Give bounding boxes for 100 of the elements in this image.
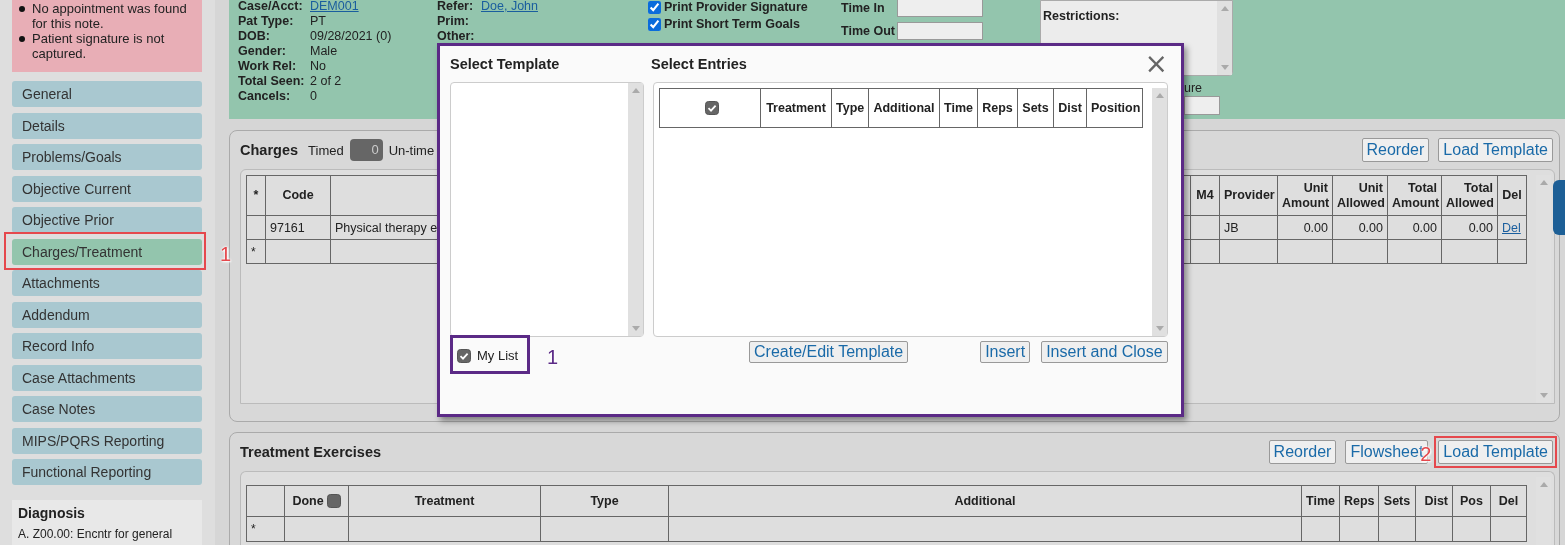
column-header: Additional (868, 88, 940, 128)
field-value: No (310, 59, 326, 73)
field-label: DOB: (238, 29, 271, 44)
entries-list[interactable]: Treatment Type Additional Time Reps Sets Dist Position (653, 82, 1168, 337)
field-label: Gender: (238, 44, 287, 59)
checkbox-icon[interactable] (326, 494, 341, 509)
dialog-button[interactable]: Insert and Close (1041, 341, 1168, 363)
dialog-title: Select Template (450, 56, 561, 72)
diagnosis-title: Diagnosis (18, 505, 86, 522)
delete-link[interactable]: Del (1502, 220, 1521, 235)
column-header: Unit Allowed (1332, 175, 1388, 216)
column-header: Reps (1339, 485, 1379, 517)
sidebar-item[interactable]: Addendum (12, 301, 202, 328)
field-label: Other: (437, 29, 476, 44)
time-field[interactable] (897, 0, 983, 17)
toolbar-button[interactable]: Load Template (1438, 138, 1553, 162)
field-value: 09/28/2021 (0) (310, 29, 392, 43)
column-header: Sets (1378, 485, 1416, 517)
scroll-up-icon[interactable] (631, 88, 640, 93)
column-header: Pos (1452, 485, 1491, 517)
field-label: Work Rel: (238, 59, 298, 74)
timed-count: 0 (349, 139, 383, 161)
bullet-icon (19, 36, 25, 42)
sidebar-item[interactable]: Attachments (12, 270, 202, 296)
checkbox-icon[interactable] (457, 348, 471, 363)
column-header: Treatment (348, 485, 541, 517)
column-header: * (246, 175, 266, 216)
field-label: Un-time (388, 142, 435, 158)
dialog-title: Select Entries (651, 56, 747, 72)
scrollbar[interactable] (628, 83, 643, 336)
checkbox-icon[interactable] (704, 101, 719, 116)
cell-text: 0.00 (1468, 220, 1493, 235)
column-header: Done (284, 485, 349, 517)
field-link[interactable]: Doe, John (481, 0, 538, 13)
cell-text: Physical therapy e (335, 220, 438, 235)
scroll-down-icon[interactable] (1155, 326, 1164, 331)
field-link[interactable]: DEM001 (310, 0, 359, 13)
toolbar-button[interactable]: Load Template (1438, 440, 1553, 464)
sidebar-item[interactable]: Case Attachments (12, 364, 202, 391)
column-header: Time (939, 88, 978, 128)
column-header: Total Amount (1387, 175, 1442, 216)
column-header: Type (831, 88, 869, 128)
checkbox-label: Print Short Term Goals (664, 16, 800, 33)
sidebar-item[interactable]: Functional Reporting (12, 459, 202, 485)
column-header: Sets (1017, 88, 1054, 128)
toolbar-button[interactable]: Reorder (1268, 440, 1337, 464)
scroll-up-icon[interactable] (1539, 180, 1548, 185)
section-title: Charges (240, 142, 299, 158)
column-header: Position (1086, 88, 1143, 128)
sidebar-item[interactable]: Details (12, 112, 202, 139)
sidebar-item[interactable]: Objective Prior (12, 207, 202, 233)
scroll-down-icon[interactable] (1539, 393, 1548, 398)
checkbox[interactable] (648, 18, 661, 31)
scroll-up-icon[interactable] (1155, 93, 1164, 98)
table-cell (1378, 516, 1416, 542)
template-list[interactable] (450, 82, 644, 337)
table-cell (1339, 516, 1379, 542)
sidebar-item[interactable]: Case Notes (12, 396, 202, 422)
field-label: Time In (841, 1, 886, 15)
time-field[interactable] (897, 22, 983, 40)
sidebar-item[interactable]: Objective Current (12, 175, 202, 202)
column-header: Time (1301, 485, 1340, 517)
column-header: Del (1490, 485, 1527, 517)
row-marker: * (251, 522, 256, 536)
dialog-button[interactable]: Insert (980, 341, 1031, 363)
checkbox[interactable] (648, 1, 661, 14)
field-value: 2 of 2 (310, 74, 342, 88)
sidebar-item[interactable]: Problems/Goals (12, 144, 202, 170)
dialog-button[interactable]: Create/Edit Template (749, 341, 909, 363)
sidebar-item[interactable]: General (12, 81, 202, 107)
sidebar-item[interactable]: MIPS/PQRS Reporting (12, 427, 202, 454)
field-value: PT (310, 14, 326, 28)
sidebar-item[interactable]: Record Info (12, 333, 202, 359)
scrollbar[interactable] (1152, 88, 1167, 336)
table-cell (1452, 516, 1491, 542)
field-label: Case/Acct: (238, 0, 304, 14)
column-header: Reps (977, 88, 1018, 128)
bullet-icon (19, 6, 25, 12)
table-cell (1301, 516, 1340, 542)
scrollbar[interactable] (1217, 1, 1232, 75)
restrictions-label: Restrictions: (1043, 9, 1120, 25)
close-button[interactable]: × (1144, 51, 1168, 77)
scroll-down-icon[interactable] (1220, 65, 1229, 70)
cell-text: JB (1224, 220, 1239, 235)
column-header: Dist (1415, 485, 1453, 517)
field-label: Time Out (841, 24, 896, 38)
field-value: Male (310, 44, 338, 58)
column-header: Del (1497, 175, 1527, 216)
scroll-up-icon[interactable] (1539, 482, 1548, 487)
scroll-up-icon[interactable] (1220, 6, 1229, 11)
column-header: Unit Amount (1277, 175, 1333, 216)
toolbar-button[interactable]: Reorder (1361, 138, 1430, 162)
alert-message: No appointment was found for this note. (32, 1, 188, 31)
checkbox[interactable]: My List (457, 348, 519, 363)
cell-text: 0.00 (1358, 220, 1383, 235)
field-label: Prim: (437, 14, 470, 29)
signature-field[interactable] (1184, 96, 1220, 115)
scroll-down-icon[interactable] (631, 326, 640, 331)
field-label: Refer: (437, 0, 475, 14)
sidebar-item[interactable]: Charges/Treatment (12, 238, 202, 265)
